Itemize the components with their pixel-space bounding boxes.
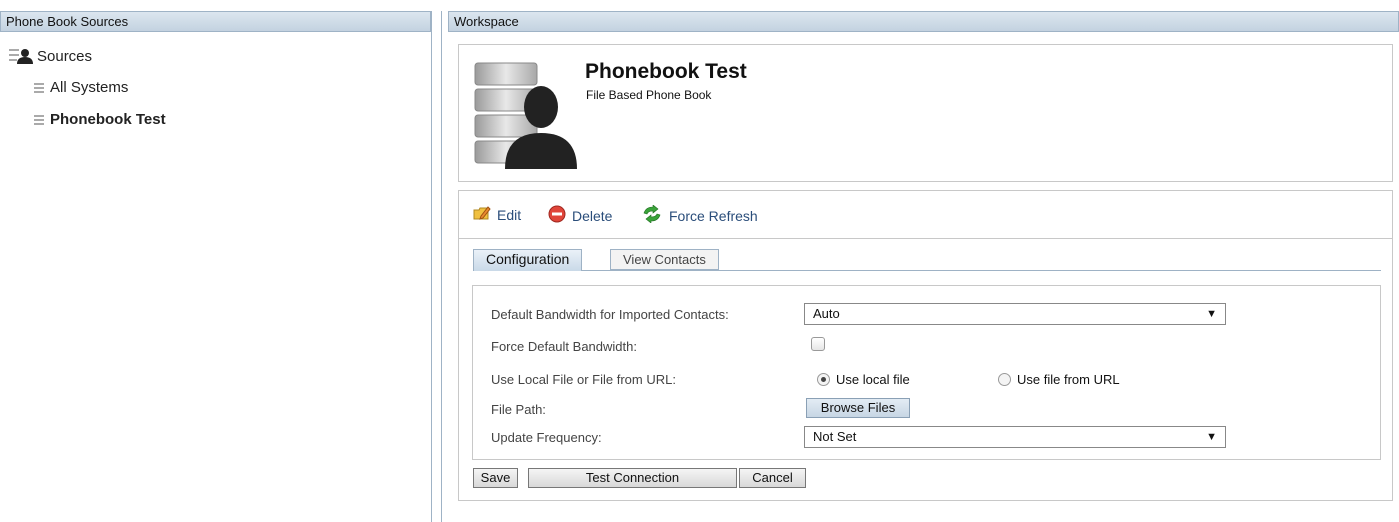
tree-item-all-systems[interactable]: All Systems — [34, 79, 128, 96]
bandwidth-label: Default Bandwidth for Imported Contacts: — [491, 307, 729, 322]
browse-files-button[interactable]: Browse Files — [806, 398, 910, 418]
test-connection-button[interactable]: Test Connection — [528, 468, 737, 488]
update-frequency-value: Not Set — [813, 429, 857, 444]
dropdown-arrow-icon: ▼ — [1206, 308, 1217, 320]
page-title: Phonebook Test — [585, 60, 747, 83]
tab-configuration[interactable]: Configuration — [473, 249, 583, 271]
update-frequency-label: Update Frequency: — [491, 430, 602, 445]
page-subtitle: File Based Phone Book — [586, 88, 712, 102]
edit-icon — [473, 205, 491, 224]
tree-root-label: Sources — [37, 47, 93, 65]
edit-button[interactable]: Edit — [473, 205, 521, 224]
list-icon — [34, 82, 44, 93]
radio-dot-selected — [817, 373, 830, 386]
tree-item-phonebook-test[interactable]: Phonebook Test — [34, 111, 166, 128]
tab-strip-line — [473, 270, 1381, 271]
update-frequency-select[interactable]: Not Set ▼ — [804, 426, 1226, 448]
panel-divider-inner — [441, 11, 442, 522]
save-button[interactable]: Save — [473, 468, 518, 488]
list-icon — [34, 114, 44, 125]
radio-dot — [998, 373, 1011, 386]
refresh-icon — [641, 204, 663, 226]
radio-local-label: Use local file — [836, 372, 910, 387]
bandwidth-select-value: Auto — [813, 306, 840, 321]
tab-view-contacts[interactable]: View Contacts — [610, 249, 719, 270]
delete-button[interactable]: Delete — [548, 205, 612, 226]
panel-divider[interactable] — [431, 11, 432, 522]
force-bandwidth-checkbox[interactable] — [811, 337, 825, 351]
radio-url-label: Use file from URL — [1017, 372, 1120, 387]
force-refresh-button[interactable]: Force Refresh — [641, 204, 758, 226]
dropdown-arrow-icon: ▼ — [1206, 431, 1217, 443]
cancel-button[interactable]: Cancel — [739, 468, 806, 488]
users-icon — [9, 47, 33, 65]
force-bandwidth-label: Force Default Bandwidth: — [491, 339, 637, 354]
phonebook-database-icon — [474, 62, 577, 169]
file-path-label: File Path: — [491, 402, 546, 417]
tree-item-label: All Systems — [50, 79, 129, 96]
file-source-label: Use Local File or File from URL: — [491, 372, 676, 387]
edit-label: Edit — [497, 206, 522, 223]
tree-root-sources[interactable]: Sources — [9, 47, 92, 65]
bandwidth-select[interactable]: Auto ▼ — [804, 303, 1226, 325]
delete-icon — [548, 205, 566, 226]
tree-item-label: Phonebook Test — [50, 111, 166, 128]
force-refresh-label: Force Refresh — [669, 207, 758, 224]
phone-book-sources-header: Phone Book Sources — [0, 11, 431, 32]
delete-label: Delete — [572, 207, 613, 224]
radio-use-local-file[interactable]: Use local file — [817, 372, 910, 387]
radio-use-file-from-url[interactable]: Use file from URL — [998, 372, 1120, 387]
workspace-header: Workspace — [448, 11, 1399, 32]
